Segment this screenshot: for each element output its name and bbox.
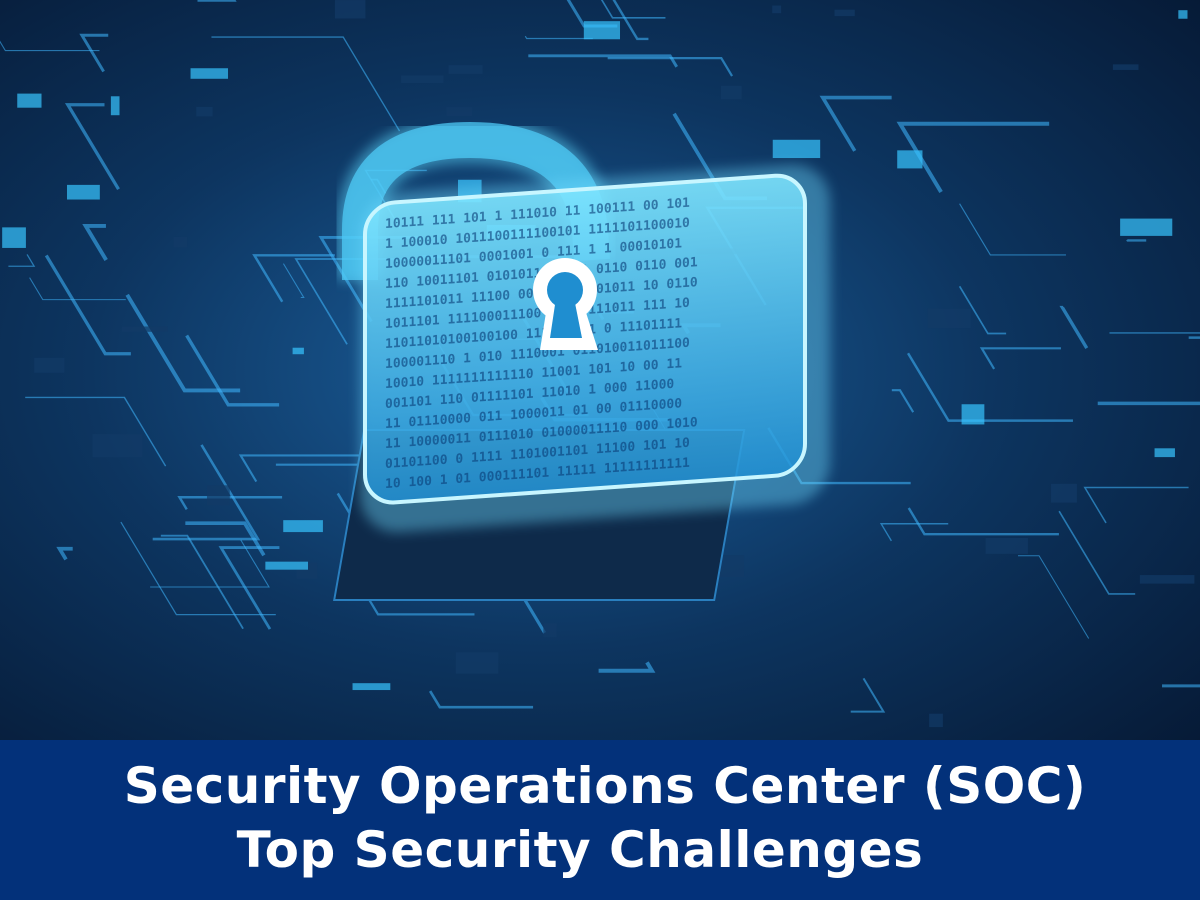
circuit-component (772, 139, 821, 159)
circuit-component (190, 68, 229, 79)
circuit-component (772, 5, 782, 14)
circuit-component (265, 561, 309, 570)
circuit-component (1154, 448, 1175, 458)
circuit-component (17, 93, 42, 108)
circuit-component (720, 85, 742, 100)
circuit-component (897, 150, 923, 169)
padlock-icon: 10111 111 101 1 111010 11 100111 00 1011… (337, 116, 830, 533)
circuit-component (121, 326, 168, 332)
circuit-component (292, 347, 304, 355)
circuit-board-image: 10111 111 101 1 111010 11 100111 00 1011… (0, 0, 1200, 740)
circuit-component (334, 0, 366, 19)
circuit-component (927, 308, 971, 329)
circuit-component (283, 520, 323, 533)
circuit-trace (1126, 239, 1147, 242)
circuit-component (1139, 575, 1195, 584)
title-line-2: Top Security Challenges (236, 821, 924, 879)
circuit-component (1051, 483, 1077, 503)
circuit-component (206, 485, 230, 506)
circuit-component (34, 357, 65, 373)
circuit-component (455, 652, 499, 674)
circuit-component (196, 106, 213, 117)
circuit-component (961, 404, 985, 425)
circuit-component (543, 623, 557, 638)
circuit-component (1112, 64, 1139, 70)
circuit-component (352, 683, 391, 691)
circuit-component (173, 236, 188, 248)
circuit-component (66, 184, 100, 200)
circuit-component (1178, 10, 1188, 19)
circuit-component (834, 9, 855, 17)
circuit-component (92, 434, 143, 458)
circuit-component (2, 227, 26, 248)
circuit-component (985, 537, 1028, 554)
circuit-component (110, 96, 120, 116)
circuit-component (448, 65, 483, 74)
circuit-component (446, 107, 473, 117)
circuit-component (1120, 218, 1173, 236)
title-line-1: Security Operations Center (SOC) (123, 757, 1087, 815)
circuit-component (401, 75, 444, 83)
circuit-component (583, 21, 621, 40)
title-banner: Security Operations Center (SOC) Top Sec… (0, 740, 1200, 900)
circuit-component (929, 713, 943, 728)
